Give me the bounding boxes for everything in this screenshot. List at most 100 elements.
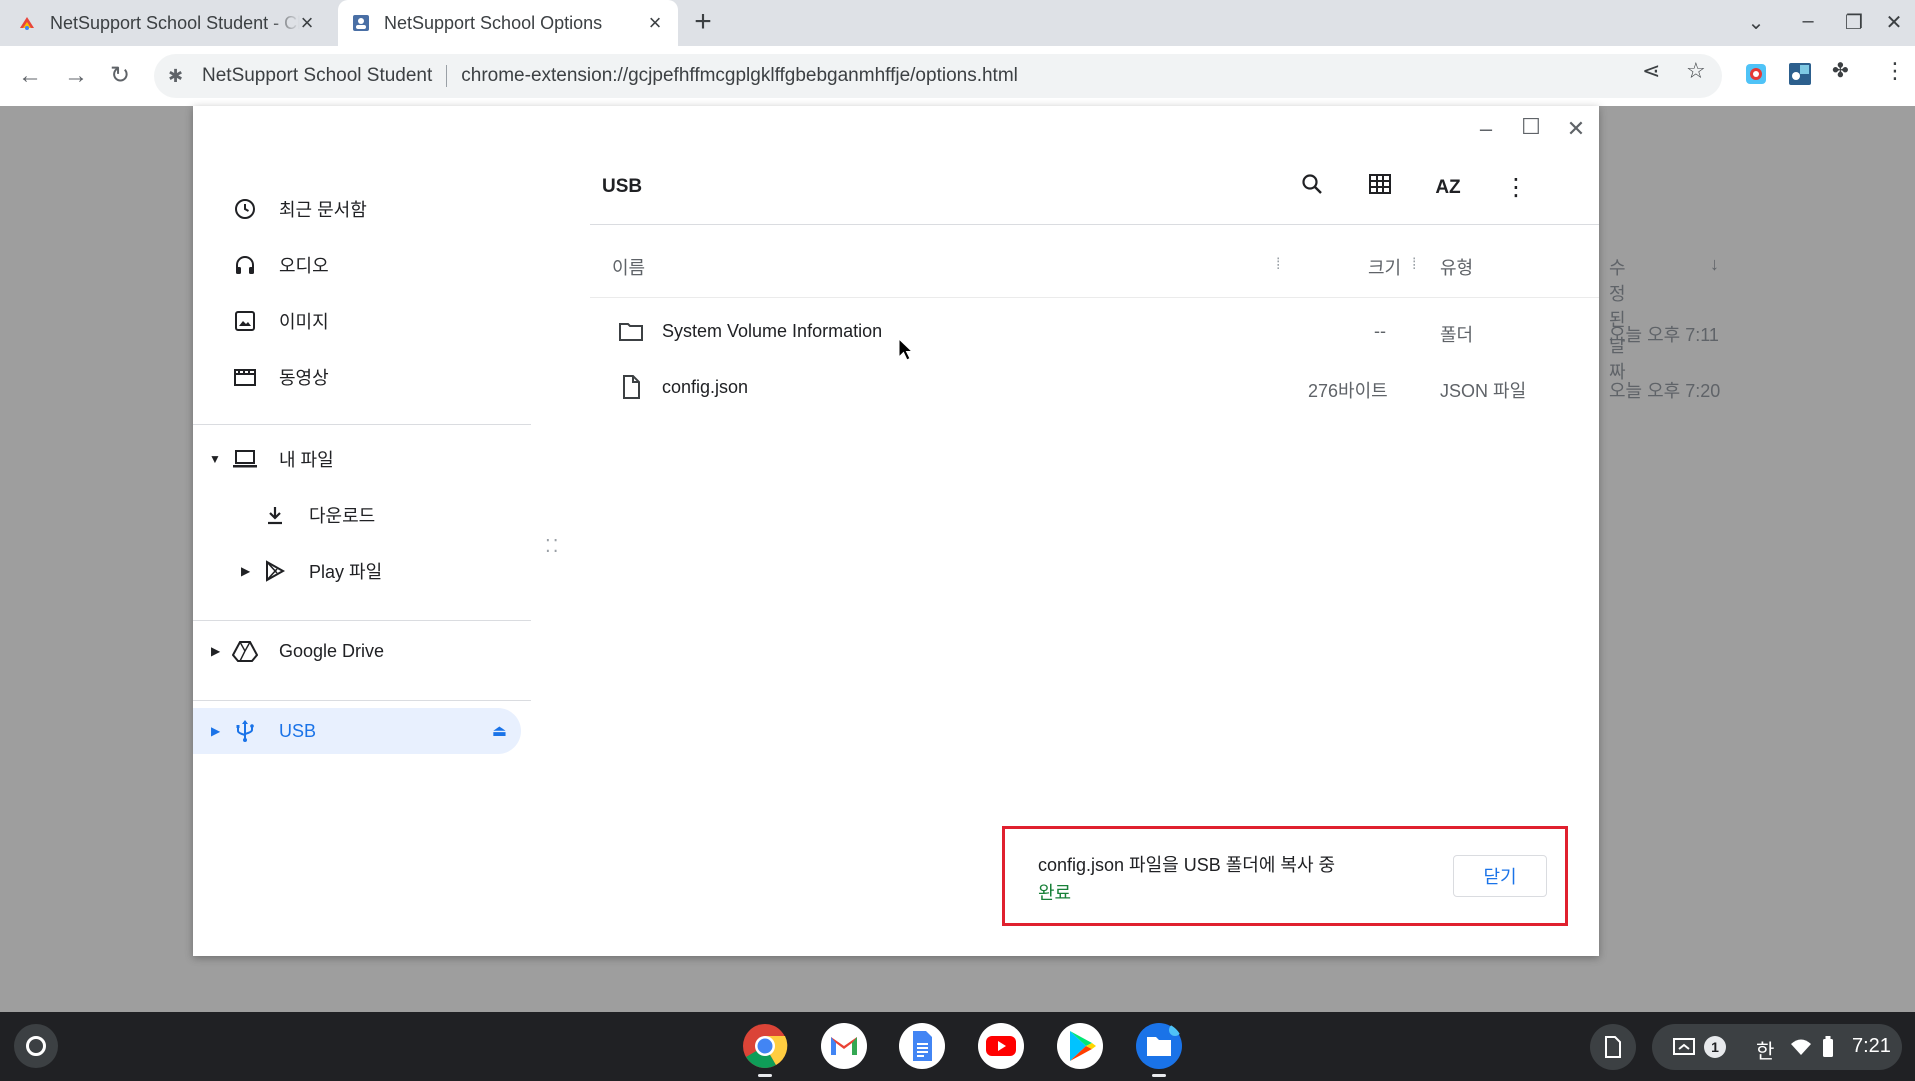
clock-time: 7:21 [1852, 1035, 1891, 1057]
file-icon [623, 375, 640, 399]
sidebar-divider [193, 700, 531, 701]
back-icon[interactable]: ← [14, 60, 46, 92]
tab-search-icon[interactable]: ⌄ [1742, 10, 1770, 35]
google-drive-icon [231, 637, 259, 665]
new-tab-button[interactable]: + [688, 7, 718, 38]
file-size: 276바이트 [1308, 381, 1388, 401]
expand-arrow-right-icon[interactable]: ▶ [241, 564, 250, 578]
column-header-modified[interactable]: 수정된 날짜 [1609, 254, 1626, 384]
file-row[interactable]: config.json 276바이트 JSON 파일 오늘 오후 7:20 [590, 360, 1720, 416]
file-name: System Volume Information [662, 321, 883, 341]
bookmark-star-icon[interactable]: ☆ [1686, 58, 1706, 84]
share-icon[interactable]: ⋖ [1642, 58, 1660, 84]
sidebar-item-play-files[interactable]: ▶ Play 파일 [193, 548, 523, 594]
youtube-app-icon[interactable] [977, 1022, 1025, 1070]
sidebar-item-label: USB [279, 720, 317, 741]
file-size: -- [1374, 321, 1386, 341]
sidebar-item-google-drive[interactable]: ▶ Google Drive [193, 628, 523, 674]
sidebar-item-label: Play 파일 [309, 562, 383, 582]
omnibox-origin: NetSupport School Student [202, 65, 433, 86]
sidebar-item-my-files[interactable]: ▼ 내 파일 [193, 436, 523, 482]
extension-icon: ✱ [168, 66, 184, 86]
tab-netsupport-options[interactable]: NetSupport School Options × [338, 0, 678, 46]
column-header-divider [590, 297, 1599, 298]
omnibox-separator [446, 65, 448, 87]
eject-icon[interactable]: ⏏ [492, 721, 507, 741]
omnibox-url[interactable]: chrome-extension://gcjpefhffmcgplgklffgb… [461, 65, 1018, 87]
sidebar-item-audio[interactable]: 오디오 [193, 242, 523, 288]
google-docs-app-icon[interactable] [898, 1022, 946, 1070]
headphones-icon [231, 251, 259, 279]
expand-arrow-right-icon[interactable]: ▶ [211, 644, 220, 658]
toast-close-button[interactable]: 닫기 [1453, 855, 1547, 897]
sidebar-item-label: 최근 문서함 [279, 200, 367, 220]
close-tab-icon[interactable]: × [644, 12, 666, 34]
column-resize-icon[interactable]: ⁞ [1412, 256, 1416, 274]
page-title: USB [602, 176, 643, 197]
sidebar-item-label: 오디오 [279, 256, 329, 276]
screen-cast-icon [1673, 1038, 1695, 1055]
header-divider [590, 224, 1599, 225]
image-icon [231, 307, 259, 335]
battery-icon [1823, 1036, 1833, 1057]
close-tab-icon[interactable]: × [296, 12, 318, 34]
extension-red-dot-icon[interactable] [1744, 62, 1768, 86]
files-app-icon[interactable] [1135, 1022, 1183, 1070]
extensions-puzzle-icon[interactable]: ✤ [1832, 58, 1849, 83]
tab-strip: NetSupport School Student - Chrome × Net… [0, 0, 1915, 46]
sidebar-item-usb[interactable]: ▶ USB ⏏ [193, 708, 521, 754]
person-badge-icon [353, 15, 369, 31]
sidebar-item-label: 동영상 [279, 368, 329, 388]
sidebar-item-label: Google Drive [279, 640, 385, 661]
netsupport-icon [20, 17, 34, 30]
more-options-icon[interactable]: ⋮ [1500, 172, 1532, 204]
minimize-icon[interactable]: – [1794, 10, 1822, 33]
sidebar-item-label: 이미지 [279, 312, 329, 332]
system-shelf: 1 한 7:21 [0, 1012, 1915, 1081]
gmail-app-icon[interactable] [820, 1022, 868, 1070]
sidebar-divider [193, 620, 531, 621]
file-modified: 오늘 오후 7:11 [1609, 325, 1719, 345]
sidebar-resize-handle-icon[interactable]: ⁚⁚ [545, 537, 560, 555]
running-indicator [758, 1074, 772, 1077]
column-resize-icon[interactable]: ⁞ [1276, 256, 1280, 274]
search-icon[interactable] [1296, 172, 1328, 204]
sidebar-item-images[interactable]: 이미지 [193, 298, 523, 344]
holding-space-button[interactable] [1590, 1024, 1636, 1070]
notification-count-badge: 1 [1704, 1036, 1726, 1058]
sidebar-item-label: 다운로드 [309, 506, 376, 526]
column-header-name[interactable]: 이름 [612, 254, 645, 280]
file-modified: 오늘 오후 7:20 [1609, 381, 1721, 401]
expand-arrow-down-icon[interactable]: ▼ [209, 452, 221, 466]
chrome-app-icon[interactable] [741, 1022, 789, 1070]
column-header-size[interactable]: 크기 [1368, 254, 1401, 280]
reload-icon[interactable]: ↻ [104, 60, 136, 92]
file-row[interactable]: System Volume Information -- 폴더 오늘 오후 7:… [590, 304, 1719, 360]
menu-kebab-icon[interactable]: ⋮ [1884, 58, 1906, 84]
clock-icon [231, 195, 259, 223]
status-tray[interactable]: 1 한 7:21 [1652, 1024, 1902, 1070]
tab-title: NetSupport School Student - Chrome [50, 12, 300, 33]
expand-arrow-right-icon[interactable]: ▶ [211, 724, 220, 738]
netsupport-extension-icon[interactable] [1788, 62, 1812, 86]
grid-view-icon[interactable] [1364, 172, 1396, 204]
sidebar-item-recent[interactable]: 최근 문서함 [193, 186, 523, 232]
launcher-circle-icon [26, 1036, 46, 1056]
play-store-icon [261, 557, 289, 585]
folder-icon [619, 323, 643, 341]
sidebar-item-videos[interactable]: 동영상 [193, 354, 523, 400]
close-window-icon[interactable]: ✕ [1880, 10, 1908, 35]
forward-icon[interactable]: → [60, 60, 92, 92]
omnibox[interactable]: ✱ NetSupport School Student chrome-exten… [154, 54, 1722, 98]
sidebar-item-downloads[interactable]: 다운로드 [193, 492, 523, 538]
column-header-type[interactable]: 유형 [1440, 254, 1473, 280]
tab-netsupport-student[interactable]: NetSupport School Student - Chrome × [14, 0, 330, 46]
file-type: 폴더 [1440, 325, 1474, 345]
download-icon [261, 501, 289, 529]
restore-icon[interactable]: ❐ [1840, 10, 1868, 35]
play-store-app-icon[interactable] [1056, 1022, 1104, 1070]
sort-az-icon[interactable]: AZ [1432, 172, 1464, 204]
launcher-button[interactable] [14, 1024, 58, 1068]
sort-descending-arrow-icon[interactable]: ↓ [1710, 254, 1719, 275]
wifi-icon [1791, 1039, 1811, 1055]
